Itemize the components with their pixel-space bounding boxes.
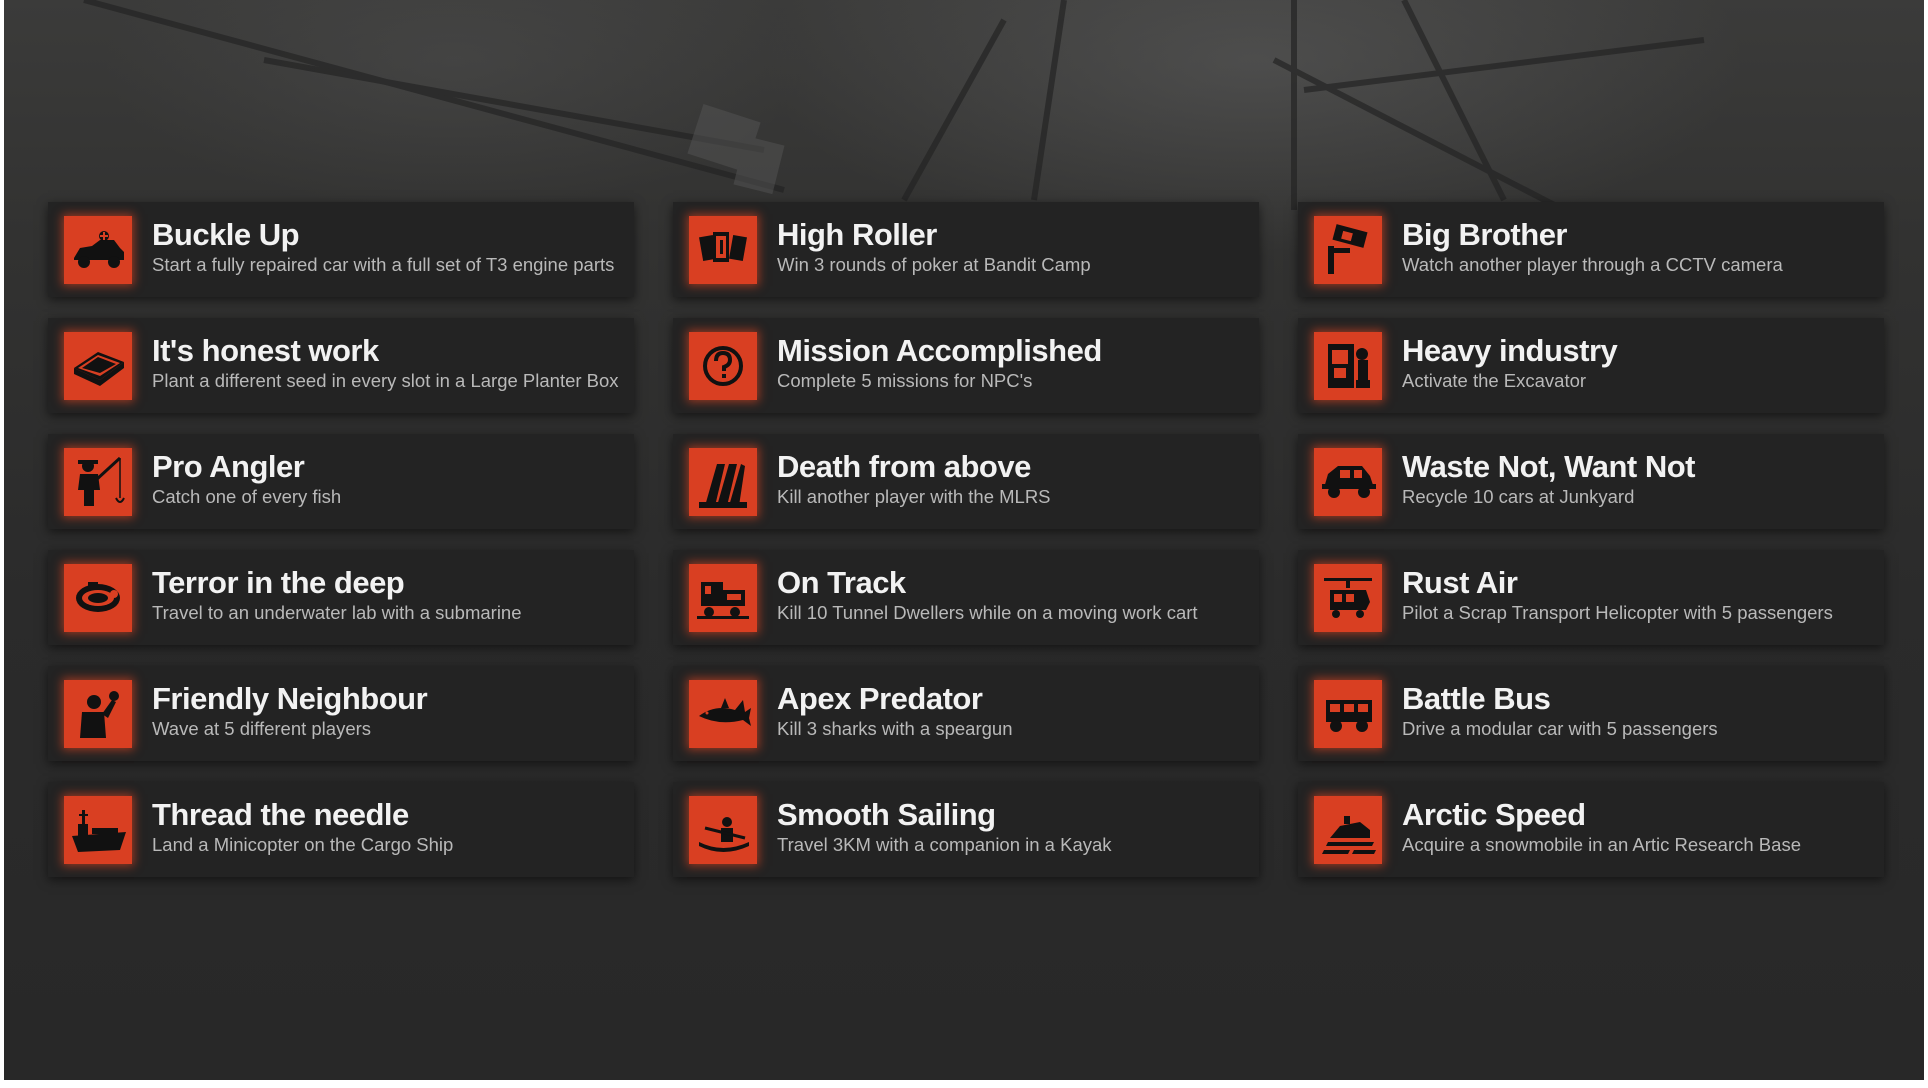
- achievement-title: On Track: [777, 565, 906, 600]
- achievement-text: Friendly Neighbour Wave at 5 different pl…: [152, 682, 624, 741]
- question-mark-icon: [689, 332, 757, 400]
- achievement-text: Heavy industry Activate the Excavator: [1402, 334, 1874, 393]
- car-icon: [64, 216, 132, 284]
- kayak-icon: [689, 796, 757, 864]
- achievement-text: Terror in the deep Travel to an underwate…: [152, 566, 624, 625]
- achievement-description: Kill 10 Tunnel Dwellers while on a movin…: [777, 602, 1198, 623]
- achievement-title: Waste Not, Want Not: [1402, 449, 1696, 484]
- achievement-description: Start a fully repaired car with a full s…: [152, 254, 615, 275]
- achievement-card[interactable]: Heavy industry Activate the Excavator: [1298, 318, 1884, 413]
- achievement-text: Apex Predator Kill 3 sharks with a spearg…: [777, 682, 1249, 741]
- achievements-screen: Buckle Up Start a fully repaired car with…: [4, 0, 1924, 1080]
- waving-player-icon: [64, 680, 132, 748]
- achievement-title: Friendly Neighbour: [152, 681, 428, 716]
- achievement-title: Apex Predator: [777, 681, 983, 716]
- achievement-title: Big Brother: [1402, 217, 1568, 252]
- achievement-description: Kill 3 sharks with a speargun: [777, 718, 1013, 739]
- achievement-card[interactable]: Thread the needle Land a Minicopter on th…: [48, 782, 634, 877]
- fisherman-icon: [64, 448, 132, 516]
- achievement-description: Recycle 10 cars at Junkyard: [1402, 486, 1635, 507]
- achievement-title: Thread the needle: [152, 797, 409, 832]
- shark-icon: [689, 680, 757, 748]
- achievement-description: Acquire a snowmobile in an Artic Researc…: [1402, 834, 1801, 855]
- work-cart-icon: [689, 564, 757, 632]
- wrecked-car-icon: [1314, 448, 1382, 516]
- achievement-description: Pilot a Scrap Transport Helicopter with …: [1402, 602, 1833, 623]
- excavator-icon: [1314, 332, 1382, 400]
- submarine-icon: [64, 564, 132, 632]
- planter-box-icon: [64, 332, 132, 400]
- snowmobile-icon: [1314, 796, 1382, 864]
- achievement-description: Wave at 5 different players: [152, 718, 372, 739]
- achievement-title: It's honest work: [152, 333, 379, 368]
- achievement-description: Travel 3KM with a companion in a Kayak: [777, 834, 1112, 855]
- achievement-title: Smooth Sailing: [777, 797, 996, 832]
- achievement-card[interactable]: Arctic Speed Acquire a snowmobile in an A…: [1298, 782, 1884, 877]
- achievement-card[interactable]: Waste Not, Want Not Recycle 10 cars at Ju…: [1298, 434, 1884, 529]
- achievement-text: Thread the needle Land a Minicopter on th…: [152, 798, 624, 857]
- achievement-card[interactable]: Terror in the deep Travel to an underwate…: [48, 550, 634, 645]
- achievement-title: Death from above: [777, 449, 1031, 484]
- achievement-text: It's honest work Plant a different seed i…: [152, 334, 624, 393]
- achievement-title: High Roller: [777, 217, 937, 252]
- achievement-description: Plant a different seed in every slot in …: [152, 370, 619, 391]
- achievement-card[interactable]: Big Brother Watch another player through …: [1298, 202, 1884, 297]
- achievement-title: Rust Air: [1402, 565, 1518, 600]
- achievement-text: Big Brother Watch another player through …: [1402, 218, 1874, 277]
- achievement-card[interactable]: Death from above Kill another player with…: [673, 434, 1259, 529]
- achievement-card[interactable]: Pro Angler Catch one of every fish: [48, 434, 634, 529]
- achievement-description: Catch one of every fish: [152, 486, 342, 507]
- achievement-text: Pro Angler Catch one of every fish: [152, 450, 624, 509]
- achievement-description: Land a Minicopter on the Cargo Ship: [152, 834, 454, 855]
- achievement-text: Waste Not, Want Not Recycle 10 cars at Ju…: [1402, 450, 1874, 509]
- achievement-text: Mission Accomplished Complete 5 missions …: [777, 334, 1249, 393]
- achievement-card[interactable]: Apex Predator Kill 3 sharks with a spearg…: [673, 666, 1259, 761]
- achievement-card[interactable]: Buckle Up Start a fully repaired car with…: [48, 202, 634, 297]
- achievement-title: Terror in the deep: [152, 565, 405, 600]
- achievement-description: Activate the Excavator: [1402, 370, 1587, 391]
- mlrs-rockets-icon: [689, 448, 757, 516]
- achievement-card[interactable]: High Roller Win 3 rounds of poker at Band…: [673, 202, 1259, 297]
- achievement-description: Kill another player with the MLRS: [777, 486, 1051, 507]
- achievement-grid: Buckle Up Start a fully repaired car with…: [48, 202, 1884, 877]
- achievement-title: Battle Bus: [1402, 681, 1551, 716]
- playing-cards-icon: [689, 216, 757, 284]
- achievement-card[interactable]: On Track Kill 10 Tunnel Dwellers while on…: [673, 550, 1259, 645]
- achievement-card[interactable]: It's honest work Plant a different seed i…: [48, 318, 634, 413]
- achievement-title: Buckle Up: [152, 217, 300, 252]
- modular-car-icon: [1314, 680, 1382, 748]
- achievement-title: Mission Accomplished: [777, 333, 1102, 368]
- achievement-text: Arctic Speed Acquire a snowmobile in an A…: [1402, 798, 1874, 857]
- achievement-text: High Roller Win 3 rounds of poker at Band…: [777, 218, 1249, 277]
- achievement-text: Smooth Sailing Travel 3KM with a companio…: [777, 798, 1249, 857]
- achievement-description: Complete 5 missions for NPC's: [777, 370, 1033, 391]
- achievement-description: Drive a modular car with 5 passengers: [1402, 718, 1718, 739]
- achievement-description: Travel to an underwater lab with a subma…: [152, 602, 522, 623]
- achievement-card[interactable]: Friendly Neighbour Wave at 5 different pl…: [48, 666, 634, 761]
- achievement-text: Battle Bus Drive a modular car with 5 pas…: [1402, 682, 1874, 741]
- cargo-ship-icon: [64, 796, 132, 864]
- achievement-description: Watch another player through a CCTV came…: [1402, 254, 1783, 275]
- cctv-camera-icon: [1314, 216, 1382, 284]
- achievement-title: Pro Angler: [152, 449, 305, 484]
- achievement-text: Buckle Up Start a fully repaired car with…: [152, 218, 624, 277]
- helicopter-icon: [1314, 564, 1382, 632]
- achievement-description: Win 3 rounds of poker at Bandit Camp: [777, 254, 1091, 275]
- achievement-text: On Track Kill 10 Tunnel Dwellers while on…: [777, 566, 1249, 625]
- achievement-text: Death from above Kill another player with…: [777, 450, 1249, 509]
- achievement-title: Heavy industry: [1402, 333, 1618, 368]
- achievement-card[interactable]: Smooth Sailing Travel 3KM with a companio…: [673, 782, 1259, 877]
- achievement-title: Arctic Speed: [1402, 797, 1586, 832]
- achievement-text: Rust Air Pilot a Scrap Transport Helicopt…: [1402, 566, 1874, 625]
- achievement-card[interactable]: Mission Accomplished Complete 5 missions …: [673, 318, 1259, 413]
- achievement-card[interactable]: Battle Bus Drive a modular car with 5 pas…: [1298, 666, 1884, 761]
- achievement-card[interactable]: Rust Air Pilot a Scrap Transport Helicopt…: [1298, 550, 1884, 645]
